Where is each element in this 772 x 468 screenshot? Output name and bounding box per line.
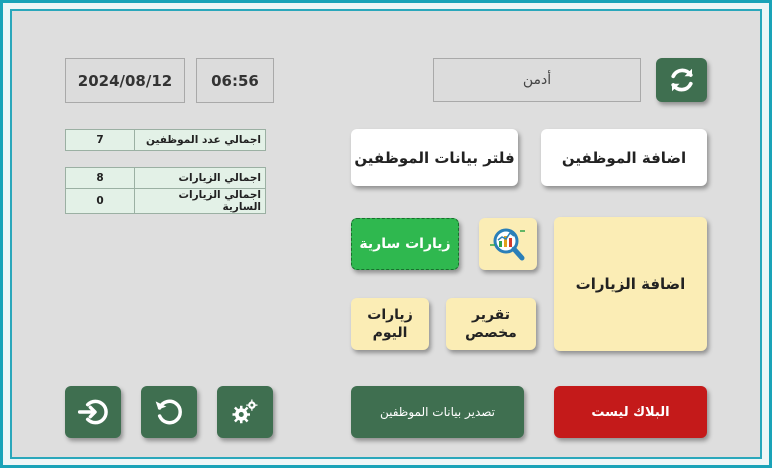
custom-report-button[interactable]: تقرير مخصص: [446, 298, 536, 350]
refresh-button[interactable]: [656, 58, 707, 102]
employees-count-table: 7 اجمالي عدد الموظفين: [65, 129, 266, 151]
settings-button[interactable]: [217, 386, 273, 438]
logout-button[interactable]: [65, 386, 121, 438]
logout-icon: [77, 399, 108, 425]
export-employees-button[interactable]: تصدير بيانات الموظفين: [351, 386, 524, 438]
stat-label: اجمالي الزيارات السارية: [134, 188, 266, 214]
stat-row: 0 اجمالي الزيارات السارية: [65, 188, 266, 214]
add-visits-button[interactable]: اضافة الزيارات: [554, 217, 707, 351]
add-employee-button[interactable]: اضافة الموظفين: [541, 129, 707, 186]
stat-row: 7 اجمالي عدد الموظفين: [65, 129, 266, 151]
chart-search-icon: [490, 228, 525, 261]
stat-value: 7: [65, 129, 135, 151]
refresh-icon: [670, 68, 693, 92]
reload-icon: [155, 399, 182, 425]
stat-label: اجمالي الزيارات: [134, 167, 266, 189]
stat-row: 8 اجمالي الزيارات: [65, 167, 266, 189]
date-display: 2024/08/12: [65, 58, 185, 103]
filter-employees-button[interactable]: فلتر بيانات الموظفين: [351, 129, 518, 186]
visits-stats-table: 8 اجمالي الزيارات 0 اجمالي الزيارات السا…: [65, 167, 266, 214]
blacklist-button[interactable]: البلاك ليست: [554, 386, 707, 438]
today-visits-button[interactable]: زيارات اليوم: [351, 298, 429, 350]
gears-icon: [232, 399, 258, 424]
active-visits-button[interactable]: زيارات سارية: [351, 218, 459, 270]
stat-value: 0: [65, 188, 135, 214]
report-search-button[interactable]: [479, 218, 537, 270]
stat-value: 8: [65, 167, 135, 189]
stat-label: اجمالي عدد الموظفين: [134, 129, 266, 151]
user-name: أدمن: [433, 58, 641, 102]
main-panel: 2024/08/12 06:56 أدمن 7 اجمالي عدد الموظ…: [10, 9, 762, 459]
time-display: 06:56: [196, 58, 274, 103]
reset-button[interactable]: [141, 386, 197, 438]
